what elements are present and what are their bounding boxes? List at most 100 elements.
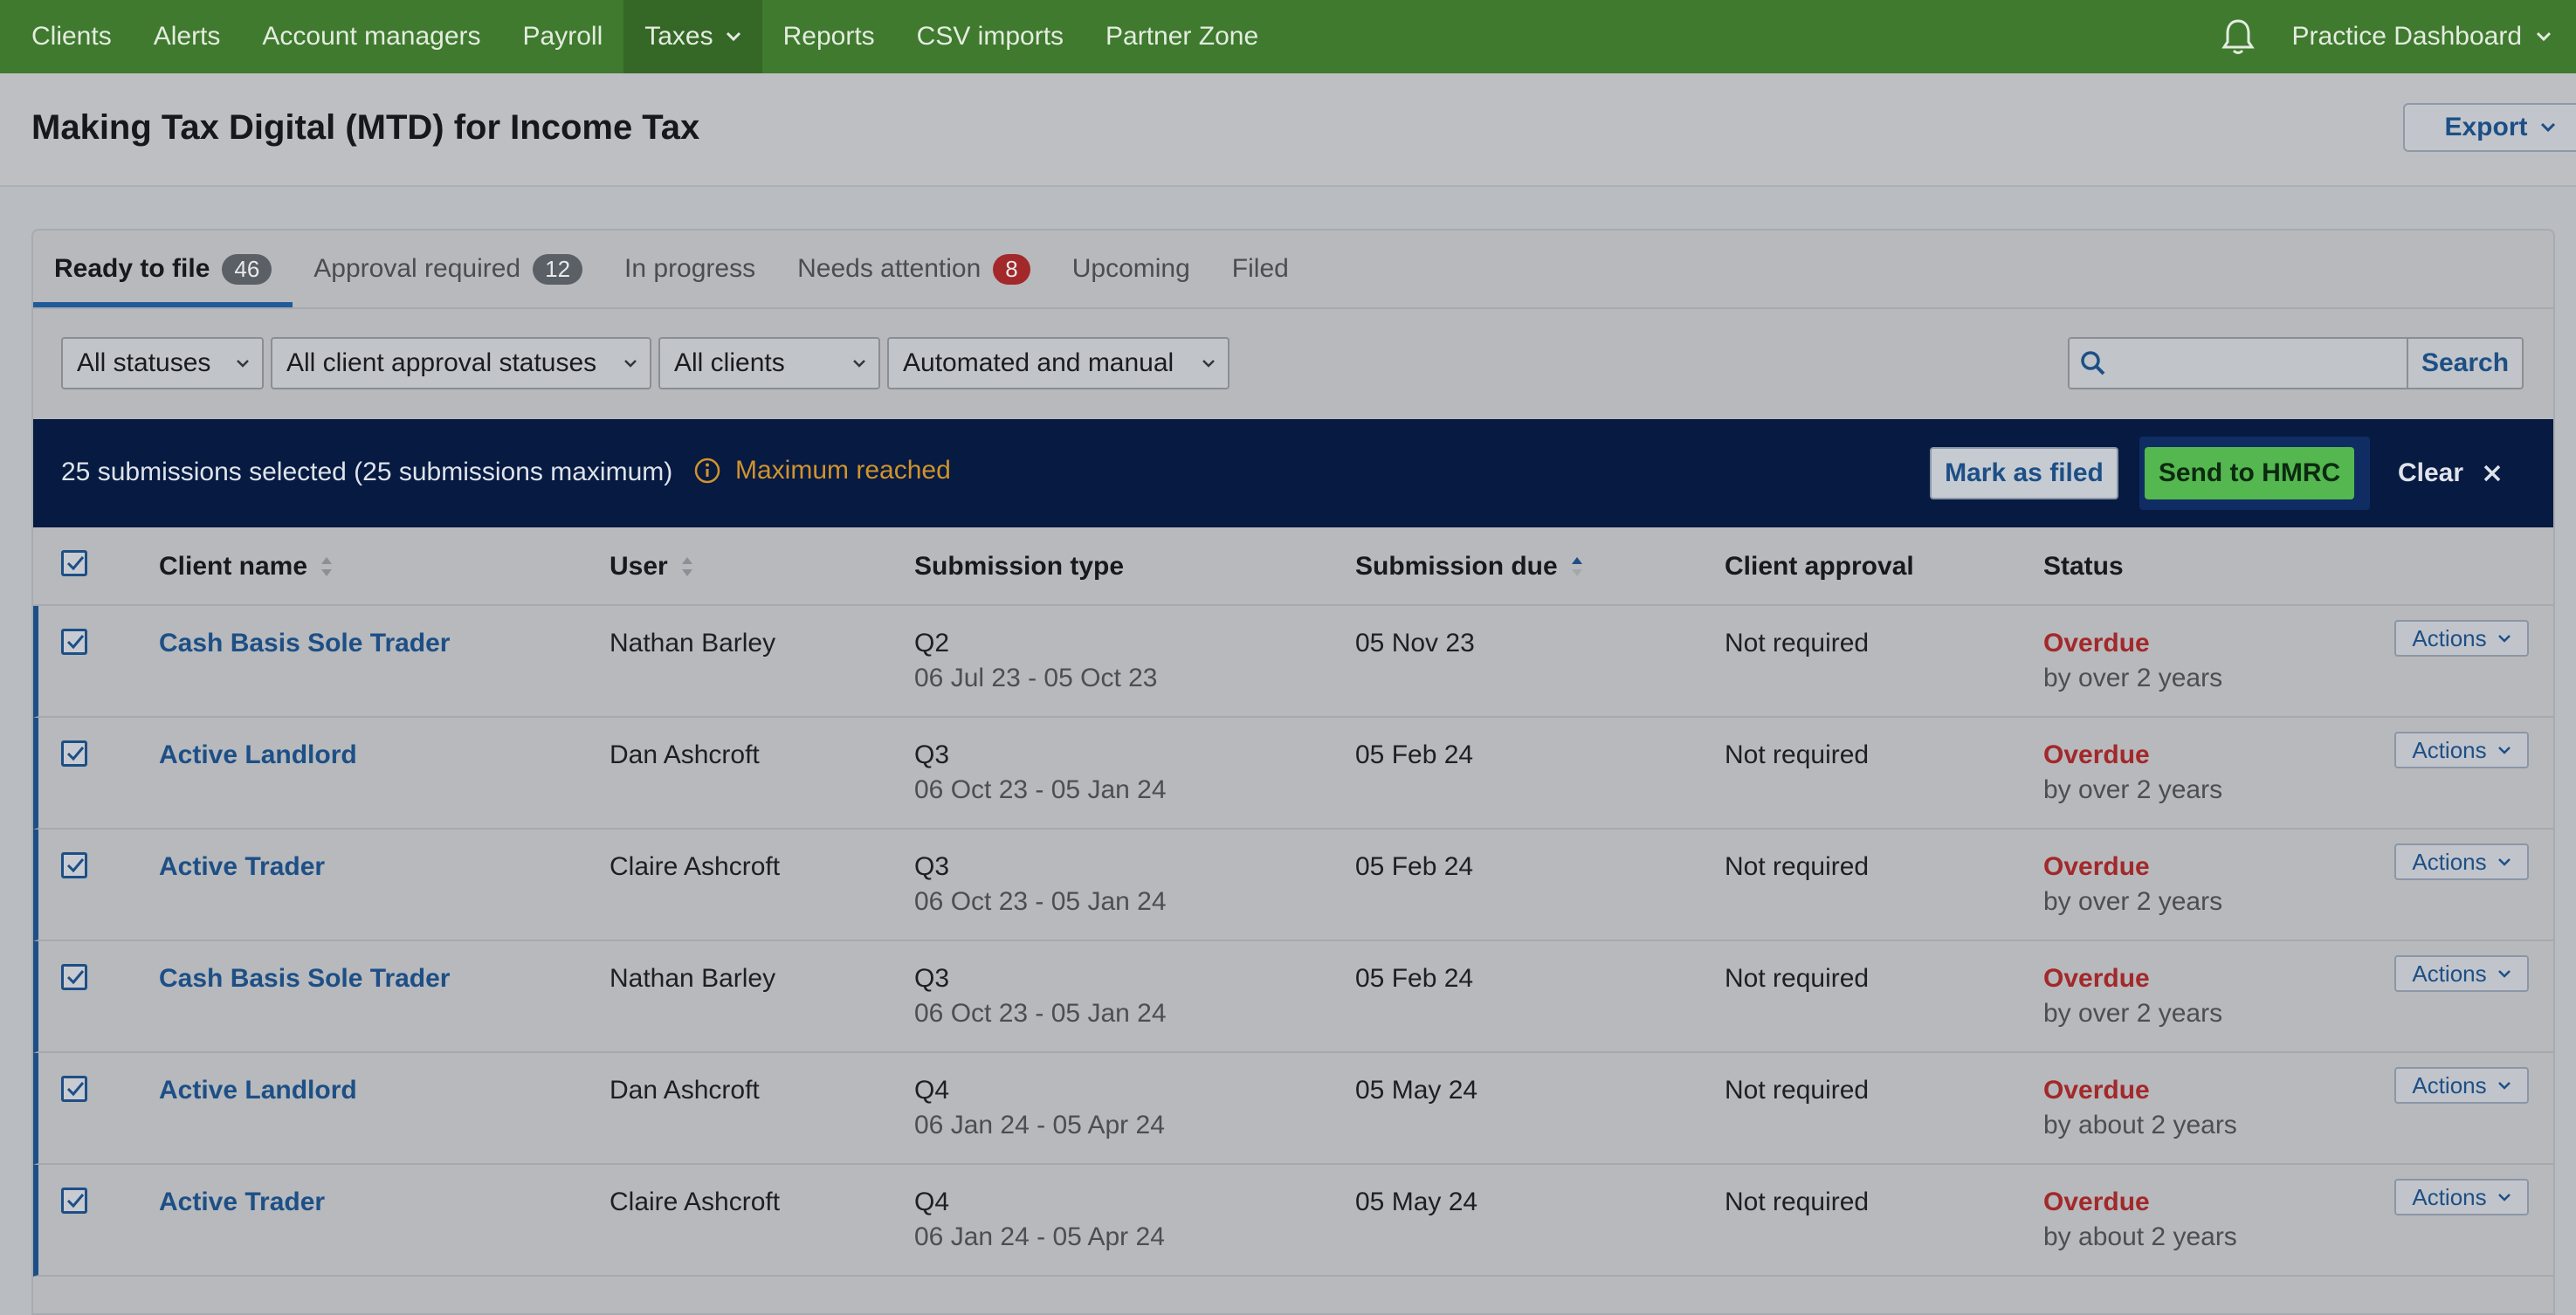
submission-due-date: 05 Nov 23 (1355, 629, 1475, 658)
check-icon (66, 747, 85, 761)
tab-upcoming[interactable]: Upcoming (1051, 231, 1211, 307)
nav-item-alerts[interactable]: Alerts (133, 0, 242, 73)
chevron-down-icon (2536, 31, 2552, 42)
row-checkbox[interactable] (61, 1188, 87, 1214)
nav-item-csv-imports[interactable]: CSV imports (896, 0, 1085, 73)
status-detail: by over 2 years (2043, 887, 2223, 916)
tab-needs-attention[interactable]: Needs attention 8 (776, 231, 1051, 307)
status-label: Overdue (2043, 629, 2150, 658)
row-actions-button[interactable]: Actions (2394, 620, 2529, 657)
tab-in-progress[interactable]: In progress (603, 231, 776, 307)
mark-as-filed-button[interactable]: Mark as filed (1930, 447, 2118, 499)
row-checkbox[interactable] (61, 1076, 87, 1102)
row-checkbox[interactable] (61, 852, 87, 878)
column-header-user[interactable]: User (610, 552, 694, 582)
row-checkbox[interactable] (61, 740, 87, 767)
submission-mode-filter-select[interactable]: Automated and manual (887, 337, 1229, 389)
tab-ready-to-file[interactable]: Ready to file 46 (33, 231, 293, 307)
submission-period: 06 Jul 23 - 05 Oct 23 (914, 664, 1158, 692)
chevron-down-icon (853, 360, 865, 368)
client-name-link[interactable]: Cash Basis Sole Trader (159, 629, 451, 658)
bell-icon[interactable] (2221, 17, 2256, 56)
tab-approval-required[interactable]: Approval required 12 (293, 231, 603, 307)
status-filter-select[interactable]: All statuses (61, 337, 264, 389)
nav-label: Account managers (262, 22, 481, 51)
table-row: Cash Basis Sole Trader Nathan Barley Q3 … (33, 941, 2553, 1053)
send-to-hmrc-button[interactable]: Send to HMRC (2145, 447, 2354, 499)
clients-filter-select[interactable]: All clients (658, 337, 880, 389)
page-header: Making Tax Digital (MTD) for Income Tax … (0, 73, 2576, 187)
tab-filed[interactable]: Filed (1211, 231, 1310, 307)
client-name-link[interactable]: Cash Basis Sole Trader (159, 964, 451, 994)
submission-period: 06 Oct 23 - 05 Jan 24 (914, 887, 1167, 916)
actions-label: Actions (2412, 848, 2487, 875)
submission-quarter: Q3 (914, 740, 950, 769)
table-row: Active Landlord Dan Ashcroft Q4 06 Jan 2… (33, 1053, 2553, 1165)
nav-label: Clients (31, 22, 112, 51)
select-all-checkbox[interactable] (61, 550, 87, 576)
header-label: Submission due (1355, 552, 1558, 581)
table-header: Client name User Submission type Submiss… (33, 527, 2553, 606)
client-approval-value: Not required (1725, 629, 1870, 658)
tab-label: Ready to file (54, 254, 210, 283)
nav-item-account-managers[interactable]: Account managers (241, 0, 501, 73)
nav-item-clients[interactable]: Clients (10, 0, 133, 73)
nav-label: Reports (782, 22, 875, 51)
row-actions-button[interactable]: Actions (2394, 1067, 2529, 1104)
row-checkbox[interactable] (61, 964, 87, 990)
column-header-status: Status (2043, 552, 2124, 582)
filters-bar: All statuses All client approval statuse… (33, 309, 2553, 419)
count-badge: 46 (222, 253, 272, 285)
row-checkbox[interactable] (61, 629, 87, 655)
search-button[interactable]: Search (2407, 339, 2522, 388)
chevron-down-icon (2497, 1082, 2511, 1090)
table-row: Active Trader Claire Ashcroft Q4 06 Jan … (33, 1165, 2553, 1277)
row-actions-button[interactable]: Actions (2394, 843, 2529, 880)
client-approval-value: Not required (1725, 852, 1870, 881)
submission-due-date: 05 May 24 (1355, 1076, 1478, 1105)
select-value: All client approval statuses (286, 348, 597, 377)
export-button[interactable]: Export (2403, 103, 2576, 152)
clear-selection-button[interactable]: Clear (2398, 447, 2502, 499)
submission-period: 06 Oct 23 - 05 Jan 24 (914, 999, 1167, 1028)
row-actions-button[interactable]: Actions (2394, 732, 2529, 768)
maximum-reached-label: Maximum reached (735, 456, 951, 485)
client-name-link[interactable]: Active Landlord (159, 740, 357, 770)
chevron-down-icon (624, 360, 637, 368)
chevron-down-icon (2497, 858, 2511, 866)
check-icon (66, 1082, 85, 1097)
practice-dashboard-menu[interactable]: Practice Dashboard (2292, 22, 2552, 52)
submission-period: 06 Jan 24 - 05 Apr 24 (914, 1111, 1165, 1139)
status-label: Overdue (2043, 740, 2150, 769)
user-name: Dan Ashcroft (610, 1076, 760, 1105)
nav-item-reports[interactable]: Reports (762, 0, 896, 73)
nav-item-partner-zone[interactable]: Partner Zone (1085, 0, 1279, 73)
header-label: Client name (159, 552, 308, 581)
client-approval-filter-select[interactable]: All client approval statuses (271, 337, 651, 389)
info-icon (694, 458, 720, 484)
user-name: Claire Ashcroft (610, 1188, 781, 1216)
user-name: Claire Ashcroft (610, 852, 781, 881)
nav-item-payroll[interactable]: Payroll (502, 0, 624, 73)
chevron-down-icon (237, 360, 249, 368)
user-name: Nathan Barley (610, 964, 776, 993)
client-name-link[interactable]: Active Trader (159, 1188, 325, 1217)
nav-label: Taxes (644, 22, 713, 51)
column-header-submission-due[interactable]: Submission due (1355, 552, 1584, 582)
select-value: All clients (674, 348, 785, 377)
nav-label: CSV imports (916, 22, 1064, 51)
tab-label: Approval required (313, 254, 521, 283)
client-name-link[interactable]: Active Trader (159, 852, 325, 882)
maximum-reached-notice: Maximum reached (693, 456, 951, 485)
column-header-client-name[interactable]: Client name (159, 552, 334, 582)
row-actions-button[interactable]: Actions (2394, 955, 2529, 992)
select-value: All statuses (77, 348, 211, 377)
row-actions-button[interactable]: Actions (2394, 1179, 2529, 1215)
search-input[interactable] (2117, 339, 2407, 388)
client-name-link[interactable]: Active Landlord (159, 1076, 357, 1105)
nav-label: Alerts (153, 22, 221, 51)
nav-item-taxes[interactable]: Taxes (623, 0, 762, 73)
table-row: Active Landlord Dan Ashcroft Q3 06 Oct 2… (33, 718, 2553, 830)
header-label: Client approval (1725, 552, 1914, 581)
check-icon (66, 1194, 85, 1208)
